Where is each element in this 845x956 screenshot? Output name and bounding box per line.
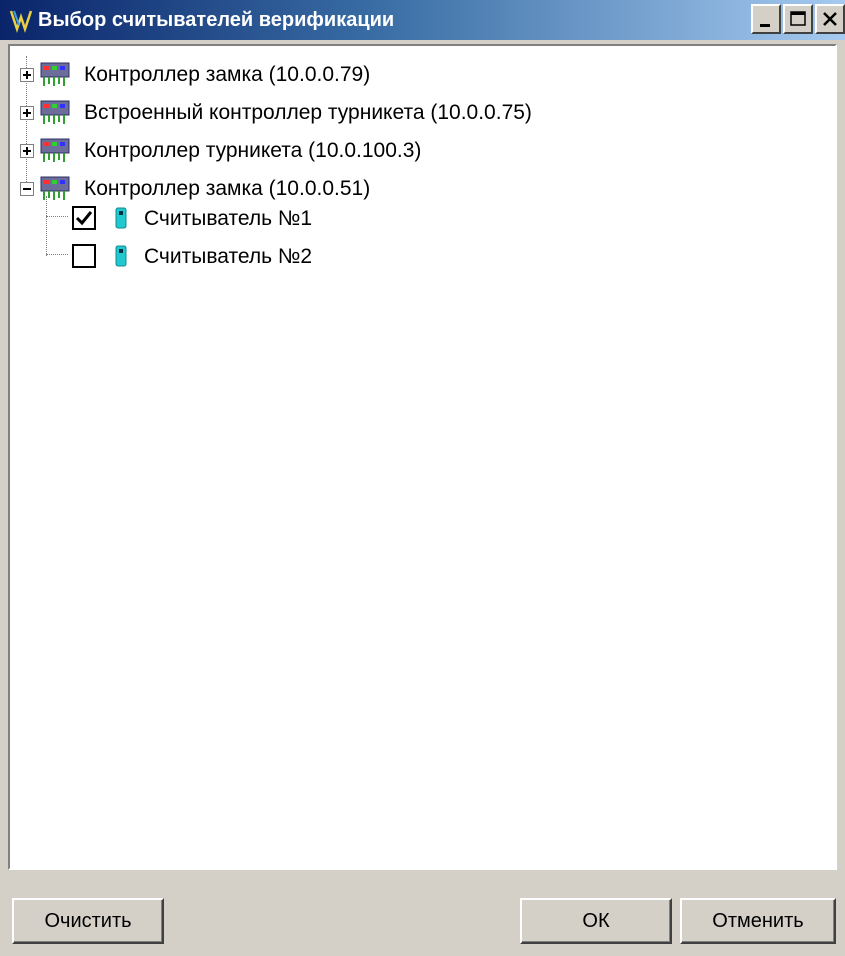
close-icon (823, 12, 837, 26)
tree-node-reader[interactable]: Считыватель №2 (10, 240, 410, 274)
node-label: Считыватель №2 (144, 245, 313, 268)
cancel-button[interactable]: Отменить (680, 898, 836, 944)
controller-icon (40, 176, 70, 200)
node-label: Считыватель №1 (144, 207, 313, 230)
tree-node-controller[interactable]: Контроллер замка (10.0.0.51) (10, 172, 610, 206)
node-label: Контроллер замка (10.0.0.79) (84, 63, 371, 86)
controller-icon (40, 62, 70, 86)
window-title: Выбор считывателей верификации (38, 9, 395, 31)
minimize-button[interactable] (751, 4, 781, 34)
expand-icon[interactable] (20, 144, 34, 158)
title-bar[interactable]: Выбор считывателей верификации (0, 0, 845, 40)
minimize-icon (760, 24, 770, 27)
tree-node-controller[interactable]: Контроллер замка (10.0.0.79) (10, 58, 610, 92)
clear-button[interactable]: Очистить (12, 898, 164, 944)
reader-tree[interactable]: Контроллер замка (10.0.0.79) Встроенный … (8, 44, 837, 870)
app-icon (9, 10, 33, 33)
close-button[interactable] (815, 4, 845, 34)
dialog-window: Выбор считывателей верификации Контролле… (0, 0, 845, 956)
node-label: Контроллер замка (10.0.0.51) (84, 177, 371, 200)
maximize-icon (790, 11, 806, 26)
reader-checkbox[interactable] (72, 206, 96, 230)
reader-checkbox[interactable] (72, 244, 96, 268)
expand-icon[interactable] (20, 68, 34, 82)
collapse-icon[interactable] (20, 182, 34, 196)
node-label: Встроенный контроллер турникета (10.0.0.… (84, 101, 532, 124)
node-label: Контроллер турникета (10.0.100.3) (84, 139, 422, 162)
reader-icon (115, 207, 127, 229)
controller-icon (40, 138, 70, 162)
maximize-button[interactable] (783, 4, 813, 34)
ok-button[interactable]: ОК (520, 898, 672, 944)
controller-icon (40, 100, 70, 124)
reader-icon (115, 245, 127, 267)
checkmark-icon (75, 211, 93, 226)
expand-icon[interactable] (20, 106, 34, 120)
tree-node-reader[interactable]: Считыватель №1 (10, 202, 410, 236)
tree-node-controller[interactable]: Контроллер турникета (10.0.100.3) (10, 134, 610, 168)
tree-node-controller[interactable]: Встроенный контроллер турникета (10.0.0.… (10, 96, 610, 130)
window-controls (749, 4, 845, 36)
